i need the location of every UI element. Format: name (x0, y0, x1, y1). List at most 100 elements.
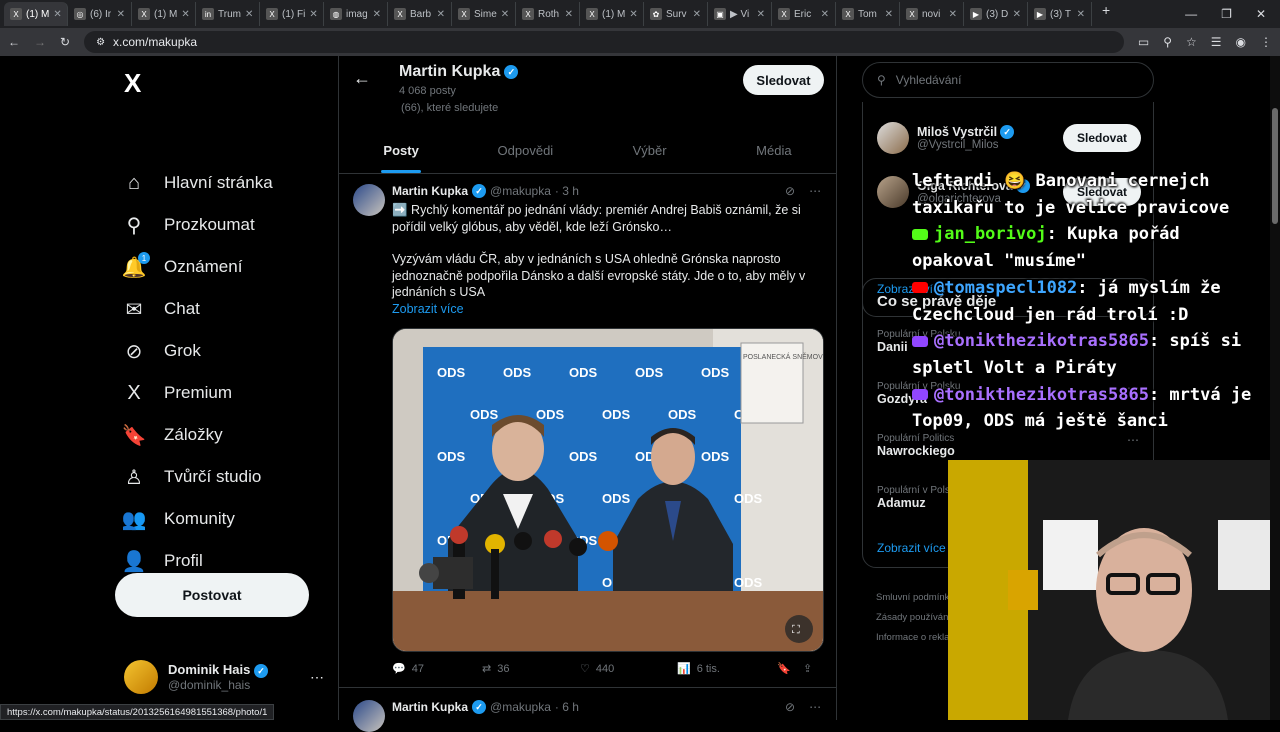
browser-tab[interactable]: X (1) M ✕ (580, 2, 644, 26)
reload-icon[interactable]: ↻ (60, 35, 70, 49)
browser-tab[interactable]: X Sime ✕ (452, 2, 516, 26)
show-more-link[interactable]: Zobrazit více (392, 302, 464, 316)
browser-menu-icon[interactable]: ⋮ (1260, 35, 1272, 49)
forward-icon[interactable]: → (34, 35, 46, 49)
nav-item-grok[interactable]: ⊘ Grok (122, 330, 273, 372)
close-window-icon[interactable]: ✕ (1256, 7, 1266, 21)
tweet-time[interactable]: · 6 h (555, 700, 579, 714)
tweet-more-icon[interactable]: ⋯ (809, 700, 821, 714)
browser-tab[interactable]: ▶ (3) D ✕ (964, 2, 1028, 26)
browser-tab[interactable]: ▣ ▶ Vi ✕ (708, 2, 772, 26)
chat-text: : Kupka pořád (1046, 224, 1180, 245)
tweet-author-name[interactable]: Martin Kupka (392, 184, 468, 198)
tweet[interactable]: Martin Kupka ✓ @makupka · 6 h ⊘ ⋯ (339, 688, 836, 732)
favicon-icon: in (202, 8, 214, 20)
close-tab-icon[interactable]: ✕ (693, 9, 701, 20)
nav-item-creator-studio[interactable]: ♙ Tvůrčí studio (122, 456, 273, 498)
maximize-icon[interactable]: ❐ (1221, 7, 1232, 21)
nav-item-mail[interactable]: ✉ Chat (122, 288, 273, 330)
browser-tab[interactable]: X Eric ✕ (772, 2, 836, 26)
browser-tab[interactable]: X Roth ✕ (516, 2, 580, 26)
close-tab-icon[interactable]: ✕ (309, 9, 317, 20)
tweet[interactable]: Martin Kupka ✓ @makupka · 3 h ⊘ ⋯ ➡️ Ryc… (339, 174, 836, 688)
close-tab-icon[interactable]: ✕ (629, 9, 637, 20)
views-button[interactable]: 📊 6 tis. (677, 662, 777, 676)
browser-tab[interactable]: X (1) Fi ✕ (260, 2, 324, 26)
reading-list-icon[interactable]: ☰ (1211, 35, 1222, 49)
close-tab-icon[interactable]: ✕ (181, 9, 189, 20)
profile-tab[interactable]: Posty (339, 128, 463, 173)
close-tab-icon[interactable]: ✕ (117, 9, 125, 20)
browser-tab[interactable]: in Trum ✕ (196, 2, 260, 26)
url-field[interactable]: ⚙ x.com/makupka (84, 31, 1124, 53)
browser-tab[interactable]: ✿ Surv ✕ (644, 2, 708, 26)
star-icon[interactable]: ☆ (1186, 35, 1197, 49)
ods-logo-text: ODS (470, 407, 499, 422)
close-tab-icon[interactable]: ✕ (885, 9, 893, 20)
nav-item-home[interactable]: ⌂ Hlavní stránka (122, 162, 273, 204)
tweet-time[interactable]: · 3 h (555, 184, 579, 198)
share-button[interactable]: ⇪ (803, 662, 812, 675)
tweet-author-name[interactable]: Martin Kupka (392, 700, 468, 714)
close-tab-icon[interactable]: ✕ (373, 9, 381, 20)
like-button[interactable]: ♡ 440 (580, 662, 677, 676)
profile-tab[interactable]: Média (712, 128, 836, 173)
account-switcher[interactable]: Dominik Hais ✓ @dominik_hais ⋯ (124, 660, 324, 694)
bookmark-button[interactable]: 🔖 (777, 662, 803, 675)
follow-button[interactable]: Sledovat (1063, 124, 1141, 152)
scrollbar-thumb[interactable] (1272, 108, 1278, 224)
minimize-icon[interactable]: — (1185, 7, 1197, 21)
close-tab-icon[interactable]: ✕ (1077, 9, 1085, 20)
account-more-icon[interactable]: ⋯ (310, 669, 324, 686)
show-more-link[interactable]: Zobrazit více (877, 541, 946, 555)
browser-tab[interactable]: Xnovi ✕ (900, 2, 964, 26)
profile-tab[interactable]: Odpovědi (463, 128, 587, 173)
page-scrollbar[interactable] (1270, 56, 1280, 720)
tweet-author-handle[interactable]: @makupka (490, 184, 551, 198)
close-tab-icon[interactable]: ✕ (757, 9, 765, 20)
chat-message-line: leftardi 😆 Banovani cernejch (912, 168, 1280, 195)
close-tab-icon[interactable]: ✕ (53, 9, 61, 20)
back-icon[interactable]: ← (8, 35, 20, 49)
x-logo-icon[interactable]: X (124, 68, 141, 99)
avatar[interactable] (353, 700, 385, 732)
browser-tab[interactable]: X Tom ✕ (836, 2, 900, 26)
browser-tab[interactable]: ▶ (3) T ✕ (1028, 2, 1092, 26)
browser-tab[interactable]: X (1) M ✕ (4, 2, 68, 26)
close-tab-icon[interactable]: ✕ (821, 9, 829, 20)
browser-tab[interactable]: X Barb ✕ (388, 2, 452, 26)
close-tab-icon[interactable]: ✕ (245, 9, 253, 20)
nav-item-search[interactable]: ⚲ Prozkoumat (122, 204, 273, 246)
grok-icon[interactable]: ⊘ (785, 184, 795, 198)
profile-tab[interactable]: Výběr (588, 128, 712, 173)
tweet-more-icon[interactable]: ⋯ (809, 184, 821, 198)
reply-button[interactable]: 💬 47 (392, 662, 482, 676)
zoom-icon[interactable]: ⚲ (1163, 35, 1172, 49)
avatar[interactable] (353, 184, 385, 216)
browser-tab[interactable]: X (1) M ✕ (132, 2, 196, 26)
tweet-author-handle[interactable]: @makupka (490, 700, 551, 714)
close-tab-icon[interactable]: ✕ (565, 9, 573, 20)
site-info-icon[interactable]: ⚙ (96, 37, 105, 48)
profile-avatar-icon[interactable]: ◉ (1236, 35, 1246, 49)
cast-icon[interactable]: ▭ (1138, 35, 1149, 49)
close-tab-icon[interactable]: ✕ (949, 9, 957, 20)
follow-button[interactable]: Sledovat (743, 65, 824, 95)
search-input[interactable]: ⚲ Vyhledávání (862, 62, 1154, 98)
close-tab-icon[interactable]: ✕ (1013, 9, 1021, 20)
new-tab-icon[interactable]: + (1092, 2, 1120, 26)
repost-button[interactable]: ⇄ 36 (482, 662, 580, 676)
grok-icon[interactable]: ⊘ (785, 700, 795, 714)
browser-tab[interactable]: ◎ (6) Ir ✕ (68, 2, 132, 26)
back-arrow-icon[interactable]: ← (353, 68, 371, 89)
close-tab-icon[interactable]: ✕ (437, 9, 445, 20)
nav-item-communities[interactable]: 👥 Komunity (122, 498, 273, 540)
nav-item-bookmark[interactable]: 🔖 Záložky (122, 414, 273, 456)
post-button[interactable]: Postovat (115, 573, 309, 617)
nav-item-bell[interactable]: 🔔 1 Oznámení (122, 246, 273, 288)
suggested-account[interactable]: Miloš Vystrčil ✓ @Vystrcil_Milos Sledovat (877, 122, 1141, 154)
nav-item-x-premium[interactable]: X Premium (122, 372, 273, 414)
tweet-photo[interactable]: ODS ODS ODS ODS ODS ODS ODS ODS ODS ODS ODS ODS ODS O… (392, 328, 824, 652)
browser-tab[interactable]: ◍ imag ✕ (324, 2, 388, 26)
close-tab-icon[interactable]: ✕ (501, 9, 509, 20)
